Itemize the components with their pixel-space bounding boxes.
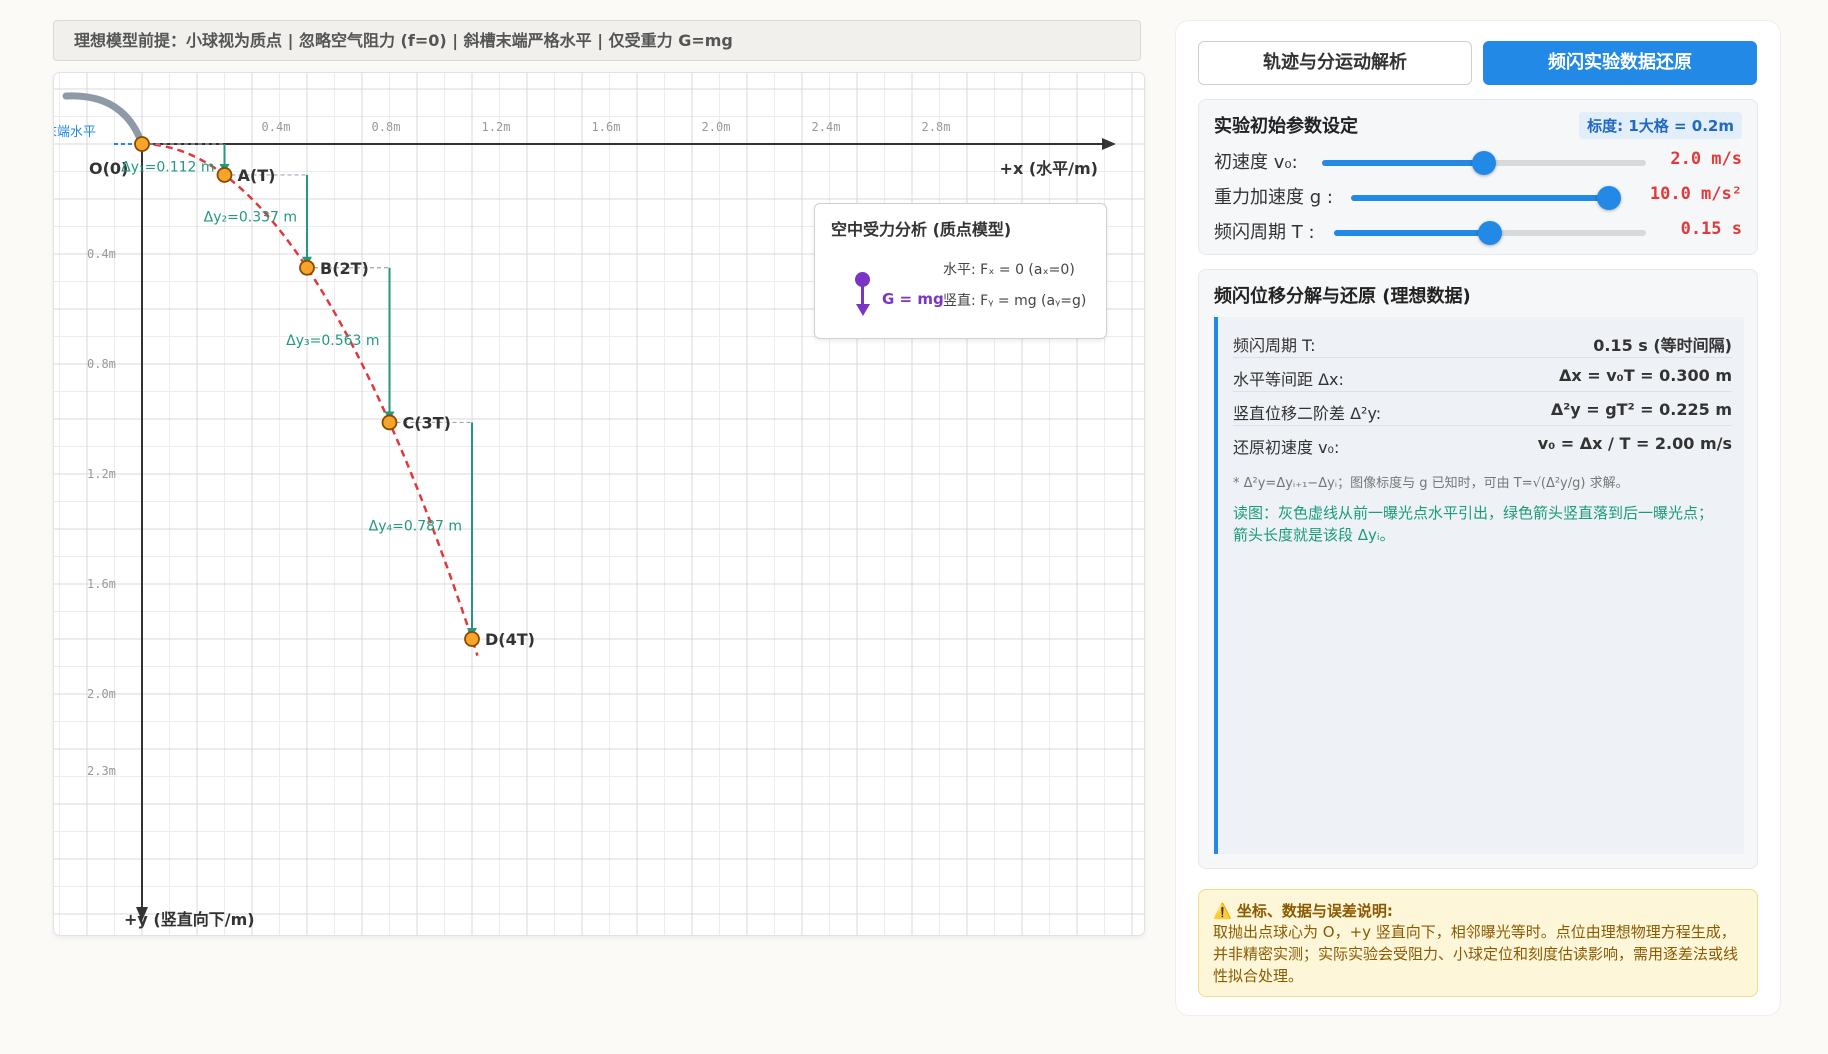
point-label: C(3T): [403, 413, 451, 432]
gravity-label: G = mg: [882, 290, 944, 308]
v0-value: 2.0 m/s: [1670, 149, 1742, 169]
point-label: D(4T): [485, 630, 535, 649]
x-tick-label: 2.8m: [922, 120, 951, 134]
row-label: 频闪周期 T:: [1233, 336, 1316, 355]
g-slider[interactable]: [1351, 186, 1621, 210]
exposure-point: [299, 259, 315, 276]
y-tick-label: 2.3m: [87, 764, 116, 778]
g-slider-fill: [1351, 195, 1609, 201]
tab-trajectory[interactable]: 轨迹与分运动解析: [1198, 41, 1472, 85]
gravity-vector-line: [861, 284, 864, 306]
params-title: 实验初始参数设定: [1214, 116, 1358, 137]
g-slider-thumb[interactable]: [1597, 186, 1621, 210]
control-panel: 轨迹与分运动解析 频闪实验数据还原 实验初始参数设定 标度: 1大格 = 0.2…: [1175, 20, 1781, 1016]
reading-note: 读图：灰色虚线从前一曝光点水平引出，绿色箭头竖直落到后一曝光点；箭头长度就是该段…: [1233, 504, 1714, 544]
y-tick-label: 0.8m: [87, 357, 116, 371]
T-slider-fill: [1334, 230, 1490, 236]
x-tick-label: 0.8m: [372, 120, 401, 134]
row-label: 还原初速度 v₀:: [1233, 438, 1340, 457]
gravity-arrow-icon: [856, 304, 870, 316]
x-tick-label: 0.4m: [262, 120, 291, 134]
y-tick-label: 0.4m: [87, 247, 116, 261]
dy-label: Δy₃=0.563 m: [286, 333, 379, 349]
T-slider[interactable]: [1334, 221, 1646, 245]
model-assumption-banner: 理想模型前提：小球视为质点 | 忽略空气阻力 (f=0) | 斜槽末端严格水平 …: [53, 20, 1141, 61]
v0-slider-fill: [1322, 160, 1484, 166]
y-tick-label: 2.0m: [87, 687, 116, 701]
row-divider: [1233, 357, 1732, 358]
trajectory-curve: [141, 142, 479, 657]
exposure-point: [381, 414, 398, 431]
row-value: 0.15 s (等时间隔): [1593, 336, 1732, 355]
warning-text: 取抛出点球心为 O，+y 竖直向下，相邻曝光等时。点位由理想物理方程生成，并非精…: [1213, 923, 1739, 985]
row-value: v₀ = Δx / T = 2.00 m/s: [1537, 434, 1732, 453]
x-axis-label: +x (水平/m): [1000, 159, 1098, 178]
point-label: A(T): [238, 166, 276, 185]
trajectory-plot: 末端水平+x (水平/m)+y (竖直向下/m)O(0)0.4m0.8m1.2m…: [53, 72, 1145, 936]
g-value: 10.0 m/s²: [1649, 184, 1742, 204]
x-tick-label: 1.2m: [482, 120, 511, 134]
T-slider-thumb[interactable]: [1478, 221, 1502, 245]
v0-slider[interactable]: [1322, 151, 1646, 175]
y-tick-label: 1.6m: [87, 577, 116, 591]
point-label: B(2T): [320, 259, 369, 278]
row-divider: [1233, 391, 1732, 392]
warning-title: ⚠️ 坐标、数据与误差说明:: [1213, 902, 1393, 920]
row-value: Δ²y = gT² = 0.225 m: [1550, 400, 1732, 419]
T-label: 频闪周期 T :: [1214, 222, 1315, 243]
x-axis-arrow: [1102, 138, 1116, 150]
y-tick-label: 1.2m: [87, 467, 116, 481]
force-vertical: 竖直: Fᵧ = mg (aᵧ=g): [943, 293, 1087, 309]
data-row: 还原初速度 v₀: v₀ = Δx / T = 2.00 m/s: [1233, 434, 1732, 464]
x-tick-label: 2.4m: [812, 120, 841, 134]
decomposition-card: 频闪位移分解与还原 (理想数据) 频闪周期 T: 0.15 s (等时间隔) 水…: [1198, 269, 1758, 869]
error-notice: ⚠️ 坐标、数据与误差说明: 取抛出点球心为 O，+y 竖直向下，相邻曝光等时。…: [1198, 889, 1758, 997]
params-card: 实验初始参数设定 标度: 1大格 = 0.2m 初速度 v₀: 2.0 m/s …: [1198, 99, 1758, 255]
dy-label: Δy₄=0.787 m: [369, 519, 462, 535]
g-label: 重力加速度 g :: [1214, 187, 1333, 208]
force-title: 空中受力分析 (质点模型): [831, 220, 1012, 239]
v0-slider-thumb[interactable]: [1472, 151, 1496, 175]
v0-label: 初速度 v₀:: [1214, 152, 1298, 173]
decomp-title: 频闪位移分解与还原 (理想数据): [1214, 286, 1471, 307]
force-analysis-box: 空中受力分析 (质点模型) 水平: Fₓ = 0 (aₓ=0) G = mg 竖…: [814, 203, 1107, 339]
dy-label: Δy₂=0.337 m: [204, 209, 297, 225]
exposure-point: [464, 631, 480, 647]
x-tick-label: 1.6m: [592, 120, 621, 134]
force-horizontal: 水平: Fₓ = 0 (aₓ=0): [943, 262, 1075, 278]
ball-origin: [134, 136, 150, 152]
row-divider: [1233, 425, 1732, 426]
dy-label: Δy₁=0.112 m: [121, 159, 214, 175]
ramp-label: 末端水平: [54, 125, 96, 140]
decomp-data-box: 频闪周期 T: 0.15 s (等时间隔) 水平等间距 Δx: Δx = v₀T…: [1214, 317, 1744, 854]
row-label: 水平等间距 Δx:: [1233, 370, 1344, 389]
y-axis-label: +y (竖直向下/m): [124, 910, 255, 929]
exposure-point: [216, 167, 233, 183]
tab-flash-data[interactable]: 频闪实验数据还原: [1483, 41, 1757, 85]
x-tick-label: 2.0m: [702, 120, 731, 134]
scale-badge: 标度: 1大格 = 0.2m: [1579, 112, 1742, 139]
row-label: 竖直位移二阶差 Δ²y:: [1233, 404, 1382, 423]
row-value: Δx = v₀T = 0.300 m: [1559, 366, 1732, 385]
formula-note: * Δ²y=Δyᵢ₊₁−Δyᵢ；图像标度与 g 已知时，可由 T=√(Δ²y/g…: [1233, 476, 1629, 491]
T-value: 0.15 s: [1680, 219, 1742, 239]
